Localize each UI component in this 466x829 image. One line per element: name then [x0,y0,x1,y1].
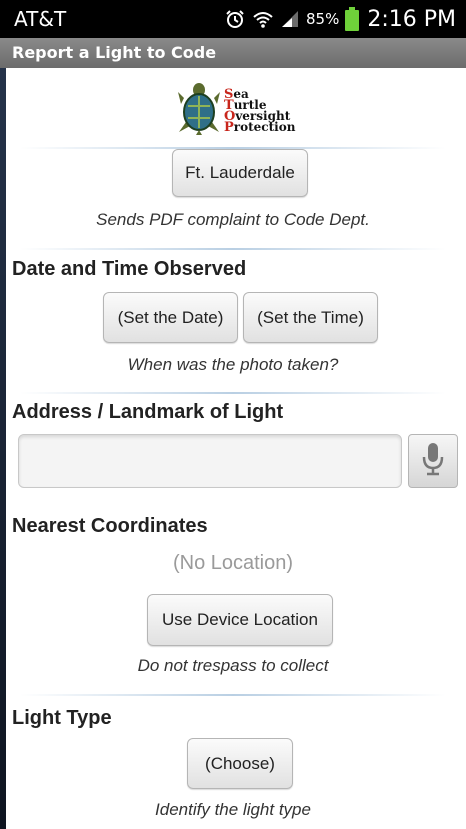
light-type-hint: Identify the light type [155,800,311,819]
status-icons: 85% 2:16 PM [224,7,456,32]
microphone-icon [422,442,444,480]
city-button[interactable]: Ft. Lauderdale [172,149,308,197]
light-type-heading: Light Type [12,707,112,729]
logo-word: Protection [224,120,296,135]
alarm-icon [224,8,246,30]
city-hint: Sends PDF complaint to Code Dept. [96,210,370,229]
set-time-button[interactable]: (Set the Time) [243,292,378,343]
date-time-hint: When was the photo taken? [127,355,339,374]
status-bar: AT&T 85% 2:16 PM [0,0,466,38]
coordinates-value: (No Location) [172,552,294,574]
battery-icon [345,7,360,31]
side-strip [0,68,6,829]
signal-icon [280,9,300,29]
carrier-label: AT&T [14,7,67,31]
divider [20,694,446,696]
logo-wordmark: Sea Turtle Oversight Protection [224,88,296,135]
clock: 2:16 PM [367,6,456,32]
coordinates-hint: Do not trespass to collect [137,656,329,675]
choose-light-type-button[interactable]: (Choose) [187,738,293,789]
stop-logo: Sea Turtle Oversight Protection [178,82,308,140]
divider [20,392,446,394]
app-title: Report a Light to Code [12,43,217,62]
address-input[interactable] [18,434,402,488]
voice-input-button[interactable] [408,434,458,488]
app-title-bar: Report a Light to Code [0,38,466,68]
battery-percent: 85% [306,10,340,28]
set-date-button[interactable]: (Set the Date) [103,292,238,343]
divider [20,248,446,250]
turtle-icon [178,82,220,140]
address-heading: Address / Landmark of Light [12,401,284,423]
date-time-heading: Date and Time Observed [12,258,247,280]
use-device-location-button[interactable]: Use Device Location [147,594,333,646]
wifi-icon [252,8,274,30]
coordinates-heading: Nearest Coordinates [12,515,208,537]
